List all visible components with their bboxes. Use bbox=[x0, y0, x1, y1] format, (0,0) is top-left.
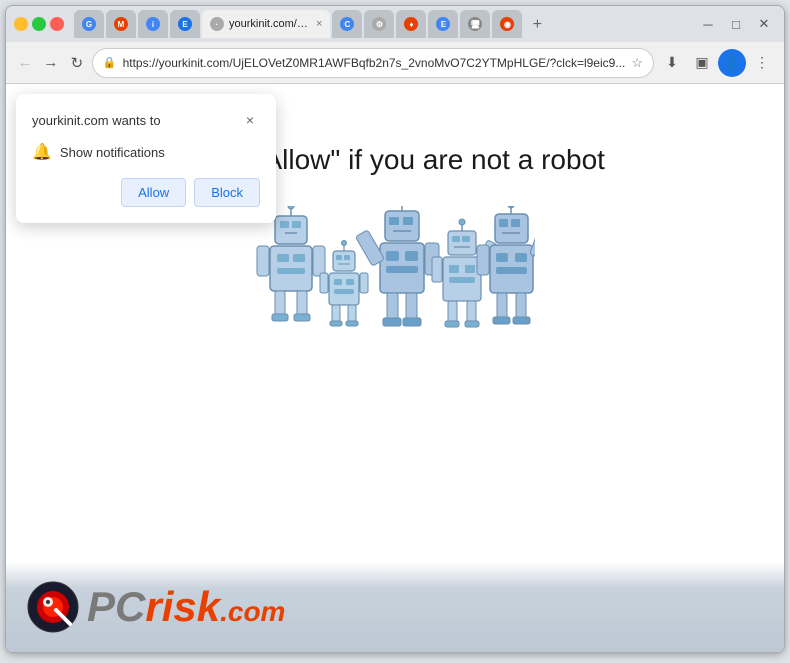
tab-11[interactable]: ◉ bbox=[492, 10, 522, 38]
popup-permission: 🔔 Show notifications bbox=[32, 142, 260, 162]
tab-2[interactable]: M bbox=[106, 10, 136, 38]
block-button[interactable]: Block bbox=[194, 178, 260, 207]
tab-3[interactable]: i bbox=[138, 10, 168, 38]
tab-8[interactable]: ♦ bbox=[396, 10, 426, 38]
tab-1[interactable]: G bbox=[74, 10, 104, 38]
pcrisk-logo: PCrisk.com bbox=[26, 580, 285, 635]
bell-icon: 🔔 bbox=[32, 142, 52, 162]
bookmark-star-icon[interactable]: ☆ bbox=[631, 55, 643, 71]
popup-close-button[interactable]: × bbox=[240, 110, 260, 130]
tab-1-favicon: G bbox=[82, 17, 96, 31]
tab-10[interactable]: 🖥 bbox=[460, 10, 490, 38]
toolbar: ← → ↻ 🔒 https://yourkinit.com/UjELOVetZ0… bbox=[6, 42, 784, 84]
popup-header: yourkinit.com wants to × bbox=[32, 110, 260, 130]
com-text: .com bbox=[220, 596, 285, 627]
profile-button[interactable]: 👤 bbox=[718, 49, 746, 77]
menu-button[interactable]: ⋮ bbox=[748, 49, 776, 77]
url-text: https://yourkinit.com/UjELOVetZ0MR1AWFBq… bbox=[123, 56, 626, 70]
permission-label: Show notifications bbox=[60, 145, 165, 160]
toolbar-right: ⬇ ▣ 👤 ⋮ bbox=[658, 49, 776, 77]
popup-buttons: Allow Block bbox=[32, 178, 260, 207]
extensions-button[interactable]: ▣ bbox=[688, 49, 716, 77]
minimize-win-btn[interactable]: ─ bbox=[696, 12, 720, 36]
tab-active-favicon: · bbox=[210, 17, 224, 31]
pcrisk-text: PCrisk.com bbox=[87, 583, 285, 631]
tab-3-favicon: i bbox=[146, 17, 160, 31]
download-button[interactable]: ⬇ bbox=[658, 49, 686, 77]
window-controls bbox=[14, 17, 64, 31]
reload-button[interactable]: ↻ bbox=[66, 49, 88, 77]
tab-4-favicon: E bbox=[178, 17, 192, 31]
tab-6[interactable]: C bbox=[332, 10, 362, 38]
popup-title: yourkinit.com wants to bbox=[32, 113, 161, 128]
tab-9-favicon: E bbox=[436, 17, 450, 31]
tab-4[interactable]: E bbox=[170, 10, 200, 38]
lock-icon: 🔒 bbox=[103, 56, 117, 69]
new-tab-button[interactable]: + bbox=[524, 12, 550, 38]
tab-2-favicon: M bbox=[114, 17, 128, 31]
allow-button[interactable]: Allow bbox=[121, 178, 186, 207]
pc-text: PC bbox=[87, 583, 145, 630]
tab-9[interactable]: E bbox=[428, 10, 458, 38]
minimize-button[interactable] bbox=[14, 17, 28, 31]
forward-button[interactable]: → bbox=[40, 49, 62, 77]
tab-close-button[interactable]: × bbox=[316, 18, 322, 30]
tab-8-favicon: ♦ bbox=[404, 17, 418, 31]
tab-active[interactable]: · yourkinit.com/UjELOV... × bbox=[202, 10, 330, 38]
title-bar-right: ─ □ ✕ bbox=[696, 12, 776, 36]
page-content: yourkinit.com wants to × 🔔 Show notifica… bbox=[6, 84, 784, 652]
tab-7-favicon: ⚙ bbox=[372, 17, 386, 31]
browser-window: G M i E · yourkinit.com/UjELOV... × C bbox=[5, 5, 785, 653]
risk-text: risk bbox=[145, 583, 220, 630]
tab-6-favicon: C bbox=[340, 17, 354, 31]
notification-popup: yourkinit.com wants to × 🔔 Show notifica… bbox=[16, 94, 276, 223]
maximize-button[interactable] bbox=[32, 17, 46, 31]
tab-bar: G M i E · yourkinit.com/UjELOV... × C bbox=[74, 10, 692, 38]
pcrisk-icon-svg bbox=[26, 580, 81, 635]
robots-illustration bbox=[255, 206, 535, 366]
robots-svg bbox=[255, 206, 535, 366]
tab-11-favicon: ◉ bbox=[500, 17, 514, 31]
back-button[interactable]: ← bbox=[14, 49, 36, 77]
tab-10-favicon: 🖥 bbox=[468, 17, 482, 31]
tab-7[interactable]: ⚙ bbox=[364, 10, 394, 38]
close-win-btn[interactable]: ✕ bbox=[752, 12, 776, 36]
footer-area: PCrisk.com bbox=[6, 562, 784, 652]
address-bar[interactable]: 🔒 https://yourkinit.com/UjELOVetZ0MR1AWF… bbox=[92, 48, 654, 78]
restore-win-btn[interactable]: □ bbox=[724, 12, 748, 36]
title-bar: G M i E · yourkinit.com/UjELOV... × C bbox=[6, 6, 784, 42]
close-window-button[interactable] bbox=[50, 17, 64, 31]
tab-active-label: yourkinit.com/UjELOV... bbox=[229, 18, 309, 30]
